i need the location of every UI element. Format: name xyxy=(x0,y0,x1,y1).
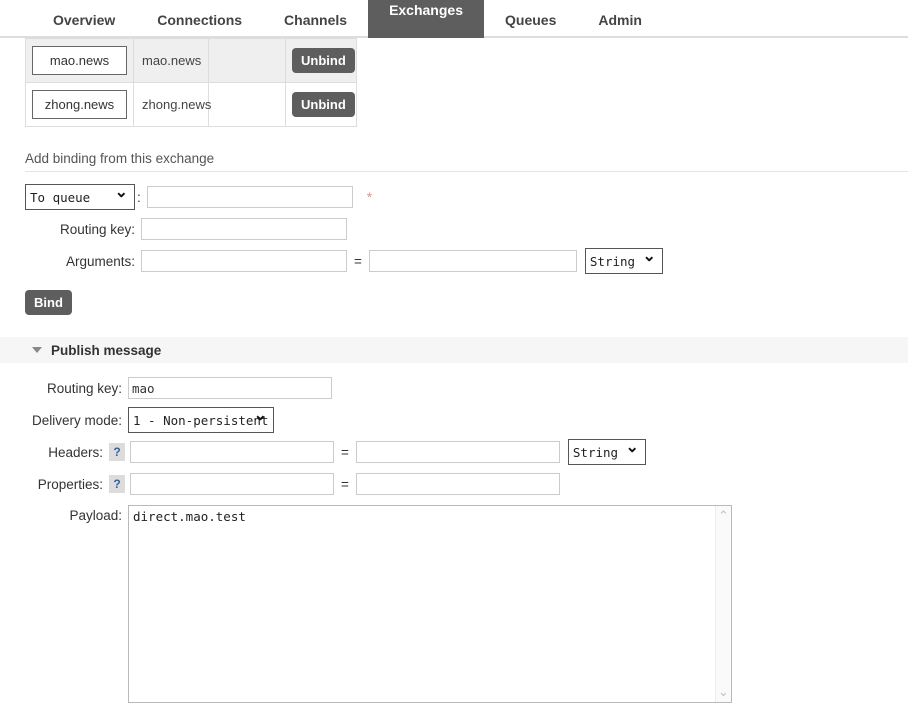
binding-action-cell: Unbind xyxy=(286,39,357,83)
binding-arguments-cell xyxy=(209,83,286,127)
binding-argument-value-input[interactable] xyxy=(369,250,577,272)
scroll-down-arrow-icon[interactable]: ⌄ xyxy=(718,687,729,697)
main-navigation: Overview Connections Channels Exchanges … xyxy=(0,0,908,38)
queue-link[interactable]: zhong.news xyxy=(32,90,127,119)
property-key-input[interactable] xyxy=(130,473,334,495)
binding-action-cell: Unbind xyxy=(286,83,357,127)
tab-exchanges[interactable]: Exchanges xyxy=(368,0,484,38)
payload-label: Payload: xyxy=(25,505,128,523)
header-value-input[interactable] xyxy=(356,441,560,463)
binding-argument-key-input[interactable] xyxy=(141,250,347,272)
headers-label: Headers: xyxy=(25,445,109,460)
bind-button[interactable]: Bind xyxy=(25,290,72,315)
routing-key-label: Routing key: xyxy=(25,222,141,237)
binding-destination-cell: zhong.news xyxy=(26,83,134,127)
properties-label: Properties: xyxy=(25,477,109,492)
table-row: zhong.news zhong.news Unbind xyxy=(26,83,357,127)
binding-arguments-row: Arguments: = String ⌄ xyxy=(25,248,908,274)
header-type-select[interactable]: String xyxy=(568,439,646,465)
header-type-select-wrap: String ⌄ xyxy=(568,439,646,465)
binding-routing-key-input[interactable] xyxy=(141,218,347,240)
publish-message-section-header[interactable]: Publish message xyxy=(0,337,908,363)
required-marker: * xyxy=(353,189,372,205)
equals-sign: = xyxy=(334,445,356,460)
publish-message-title: Publish message xyxy=(51,343,161,358)
binding-arguments-cell xyxy=(209,39,286,83)
queue-link[interactable]: mao.news xyxy=(32,46,127,75)
equals-sign: = xyxy=(334,477,356,492)
unbind-button[interactable]: Unbind xyxy=(292,48,355,73)
binding-argument-type-select[interactable]: String xyxy=(585,248,663,274)
properties-help-icon[interactable]: ? xyxy=(109,475,125,493)
add-binding-form: To queue ⌄ : * Routing key: Arguments: =… xyxy=(25,184,908,274)
delivery-mode-label: Delivery mode: xyxy=(25,413,128,428)
destination-type-select[interactable]: To queue xyxy=(25,184,135,210)
headers-help-icon[interactable]: ? xyxy=(109,443,125,461)
add-binding-heading: Add binding from this exchange xyxy=(25,151,908,171)
property-value-input[interactable] xyxy=(356,473,560,495)
binding-routing-key-row: Routing key: xyxy=(25,216,908,242)
payload-textarea-wrap: direct.mao.test ⌃ ⌄ xyxy=(128,505,732,703)
publish-routing-key-label: Routing key: xyxy=(25,381,128,396)
bind-button-row: Bind xyxy=(25,290,908,315)
destination-type-select-wrap: To queue ⌄ xyxy=(25,184,135,210)
destination-input[interactable] xyxy=(147,186,353,208)
tab-queues[interactable]: Queues xyxy=(484,3,577,38)
header-key-input[interactable] xyxy=(130,441,334,463)
binding-argument-type-select-wrap: String ⌄ xyxy=(585,248,663,274)
publish-routing-key-row: Routing key: xyxy=(25,375,908,401)
binding-routing-key-cell: mao.news xyxy=(134,39,209,83)
tab-admin[interactable]: Admin xyxy=(577,3,663,38)
delivery-mode-select-wrap: 1 - Non-persistent ⌄ xyxy=(128,407,274,433)
tab-overview[interactable]: Overview xyxy=(32,3,136,38)
table-row: mao.news mao.news Unbind xyxy=(26,39,357,83)
publish-routing-key-input[interactable] xyxy=(128,377,332,399)
arguments-label: Arguments: xyxy=(25,254,141,269)
tab-connections[interactable]: Connections xyxy=(136,3,263,38)
properties-row: Properties: ? = xyxy=(25,471,908,497)
triangle-down-icon xyxy=(32,347,42,353)
payload-scrollbar[interactable]: ⌃ ⌄ xyxy=(715,506,731,702)
delivery-mode-row: Delivery mode: 1 - Non-persistent ⌄ xyxy=(25,407,908,433)
tab-channels[interactable]: Channels xyxy=(263,3,368,38)
delivery-mode-select[interactable]: 1 - Non-persistent xyxy=(128,407,274,433)
bindings-table-container: mao.news mao.news Unbind zhong.news zhon… xyxy=(25,38,356,127)
equals-sign: = xyxy=(347,254,369,269)
payload-row: Payload: direct.mao.test ⌃ ⌄ xyxy=(25,505,908,703)
scroll-up-arrow-icon[interactable]: ⌃ xyxy=(718,511,729,521)
unbind-button[interactable]: Unbind xyxy=(292,92,355,117)
tab-list: Overview Connections Channels Exchanges … xyxy=(0,0,908,38)
colon-separator: : xyxy=(135,190,147,205)
binding-routing-key-cell: zhong.news xyxy=(134,83,209,127)
divider xyxy=(25,171,908,172)
payload-textarea[interactable]: direct.mao.test xyxy=(128,505,732,703)
publish-message-form: Routing key: Delivery mode: 1 - Non-pers… xyxy=(25,375,908,703)
bindings-table: mao.news mao.news Unbind zhong.news zhon… xyxy=(25,38,357,127)
binding-destination-row: To queue ⌄ : * xyxy=(25,184,908,210)
headers-row: Headers: ? = String ⌄ xyxy=(25,439,908,465)
binding-destination-cell: mao.news xyxy=(26,39,134,83)
